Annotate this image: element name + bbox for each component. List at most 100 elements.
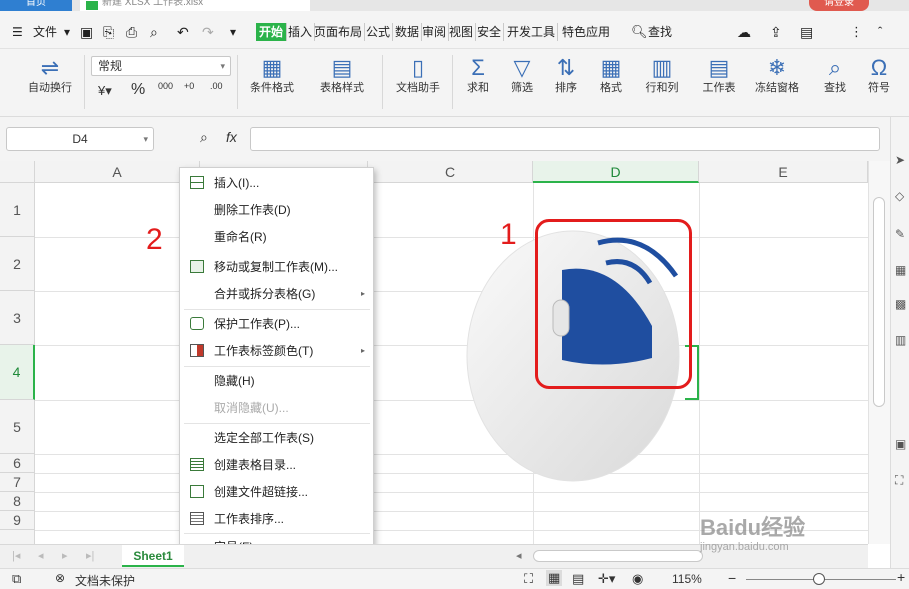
autowrap-button[interactable]: ⇌ 自动换行: [22, 55, 78, 95]
image-icon[interactable]: ▣: [895, 437, 906, 451]
backup-icon[interactable]: ⛶: [895, 473, 903, 488]
zoom-in-icon[interactable]: +: [897, 569, 905, 585]
menu-item-hide[interactable]: 隐藏(H): [180, 368, 373, 394]
menu-item-rename[interactable]: 重命名(R): [180, 224, 373, 250]
print-icon[interactable]: ⎙: [126, 23, 137, 41]
menu-item-sort-sheets[interactable]: 工作表排序...: [180, 506, 373, 532]
symbol-button[interactable]: Ω 符号: [860, 55, 898, 95]
chart-icon[interactable]: ▥: [895, 333, 906, 347]
horizontal-scrollbar[interactable]: [533, 550, 703, 562]
row-header-7[interactable]: 7: [0, 473, 35, 492]
page-layout-view-icon[interactable]: ▤: [572, 571, 584, 587]
login-button[interactable]: 请登录: [809, 0, 869, 11]
row-header-4[interactable]: 4: [0, 345, 35, 400]
row-header-1[interactable]: 1: [0, 183, 35, 237]
undo-icon[interactable]: ↶: [177, 23, 189, 41]
zoom-magnifier-icon[interactable]: ⌕: [200, 129, 208, 146]
search-label[interactable]: 查找: [648, 23, 672, 41]
sort-button[interactable]: ⇅ 排序: [547, 55, 585, 95]
conditional-format-button[interactable]: ▦ 条件格式: [244, 55, 300, 95]
prev-sheet-icon[interactable]: ◂: [38, 549, 44, 562]
sheet-tab-sheet1[interactable]: Sheet1: [122, 545, 184, 567]
freeze-panes-button[interactable]: ❄ 冻结窗格: [749, 55, 805, 95]
name-box[interactable]: D4 ▾: [6, 127, 154, 151]
scroll-left-icon[interactable]: ◂: [516, 549, 522, 562]
column-header-e[interactable]: E: [699, 161, 868, 183]
file-tab[interactable]: 新建 XLSX 工作表.xlsx: [80, 0, 310, 11]
collapse-ribbon-icon[interactable]: ˆ: [878, 23, 882, 41]
save-icon[interactable]: ▣: [80, 23, 93, 41]
menu-item-protect-sheet[interactable]: 保护工作表(P)...: [180, 311, 373, 337]
export-pdf-icon[interactable]: ⎘: [103, 23, 114, 41]
pen-icon[interactable]: ✎: [895, 227, 905, 241]
redo-icon[interactable]: ↷: [202, 23, 214, 41]
row-header-8[interactable]: 8: [0, 492, 35, 511]
next-sheet-icon[interactable]: ▸: [62, 549, 68, 562]
zoom-out-icon[interactable]: −: [728, 570, 736, 586]
format-button[interactable]: ▦ 格式: [592, 55, 630, 95]
percent-icon[interactable]: %: [131, 81, 145, 99]
tab-home[interactable]: 开始: [256, 23, 288, 41]
menu-item-merge-split[interactable]: 合并或拆分表格(G) ▸: [180, 281, 373, 307]
thousands-separator-icon[interactable]: 000: [158, 81, 173, 91]
file-menu[interactable]: 文件: [33, 23, 57, 41]
select-all-corner[interactable]: [0, 161, 35, 183]
more-options-icon[interactable]: ⋮: [850, 23, 863, 41]
row-col-button[interactable]: ▥ 行和列: [637, 55, 687, 95]
tab-special[interactable]: 特色应用: [560, 23, 612, 41]
currency-icon[interactable]: ¥▾: [98, 83, 112, 99]
tab-data[interactable]: 数据: [393, 23, 423, 41]
fullscreen-icon[interactable]: ⛶: [524, 571, 533, 587]
dropdown-caret-icon[interactable]: ▾: [64, 23, 70, 41]
menu-item-insert[interactable]: 插入(I)...: [180, 170, 373, 196]
print-preview-icon[interactable]: ⌕: [150, 23, 158, 41]
scrollbar-thumb[interactable]: [873, 197, 885, 407]
doc-status-icon[interactable]: ⧉: [12, 571, 21, 587]
last-sheet-icon[interactable]: ▸|: [86, 549, 94, 562]
formula-input[interactable]: [250, 127, 880, 151]
tab-security[interactable]: 安全: [475, 23, 505, 41]
menu-item-tab-color[interactable]: 工作表标签颜色(T) ▸: [180, 338, 373, 364]
hamburger-menu-icon[interactable]: ☰: [12, 23, 23, 41]
zoom-level[interactable]: 115%: [672, 572, 702, 586]
row-header-2[interactable]: 2: [0, 237, 35, 291]
row-header-6[interactable]: 6: [0, 454, 35, 473]
menu-item-create-hyperlink[interactable]: 创建文件超链接...: [180, 479, 373, 505]
quick-access-dropdown-icon[interactable]: ▾: [230, 23, 236, 41]
tab-developer[interactable]: 开发工具: [505, 23, 559, 41]
find-button[interactable]: ⌕ 查找: [816, 55, 854, 95]
tab-insert[interactable]: 插入: [286, 23, 316, 41]
doc-protection-status[interactable]: 文档未保护: [75, 572, 135, 589]
shapes-icon[interactable]: ◇: [895, 189, 904, 203]
select-cursor-icon[interactable]: ➤: [895, 153, 905, 167]
menu-item-select-all-sheets[interactable]: 选定全部工作表(S): [180, 425, 373, 451]
row-header-10[interactable]: [0, 530, 35, 544]
share-icon[interactable]: ⇪: [770, 23, 782, 41]
worksheet-button[interactable]: ▤ 工作表: [694, 55, 744, 95]
page-break-view-icon[interactable]: ✛▾: [598, 571, 615, 587]
increase-decimal-icon[interactable]: +0: [184, 81, 194, 91]
menu-item-move-copy[interactable]: 移动或复制工作表(M)...: [180, 254, 373, 280]
sum-button[interactable]: Σ 求和: [459, 55, 497, 95]
decrease-decimal-icon[interactable]: .00: [210, 81, 223, 91]
tab-view[interactable]: 视图: [447, 23, 477, 41]
apps-icon[interactable]: ▩: [895, 297, 906, 311]
home-tab[interactable]: 首页: [0, 0, 72, 11]
search-icon[interactable]: 🔍︎: [631, 23, 648, 41]
fx-button[interactable]: fx: [226, 129, 237, 145]
more-tools-icon[interactable]: ▤: [800, 23, 813, 41]
zoom-slider-thumb[interactable]: [813, 573, 825, 585]
row-header-5[interactable]: 5: [0, 400, 35, 454]
menu-item-create-toc[interactable]: 创建表格目录...: [180, 452, 373, 478]
menu-item-delete-sheet[interactable]: 删除工作表(D): [180, 197, 373, 223]
table-panel-icon[interactable]: ▦: [895, 263, 906, 277]
row-header-9[interactable]: 9: [0, 511, 35, 530]
first-sheet-icon[interactable]: |◂: [12, 549, 20, 562]
reading-mode-icon[interactable]: ◉: [632, 571, 643, 587]
doc-assistant-button[interactable]: ▯ 文档助手: [390, 55, 446, 95]
cloud-icon[interactable]: ☁: [737, 23, 751, 41]
row-header-3[interactable]: 3: [0, 291, 35, 345]
vertical-scrollbar[interactable]: [868, 161, 890, 544]
column-header-c[interactable]: C: [368, 161, 533, 183]
tab-page-layout[interactable]: 页面布局: [312, 23, 366, 41]
